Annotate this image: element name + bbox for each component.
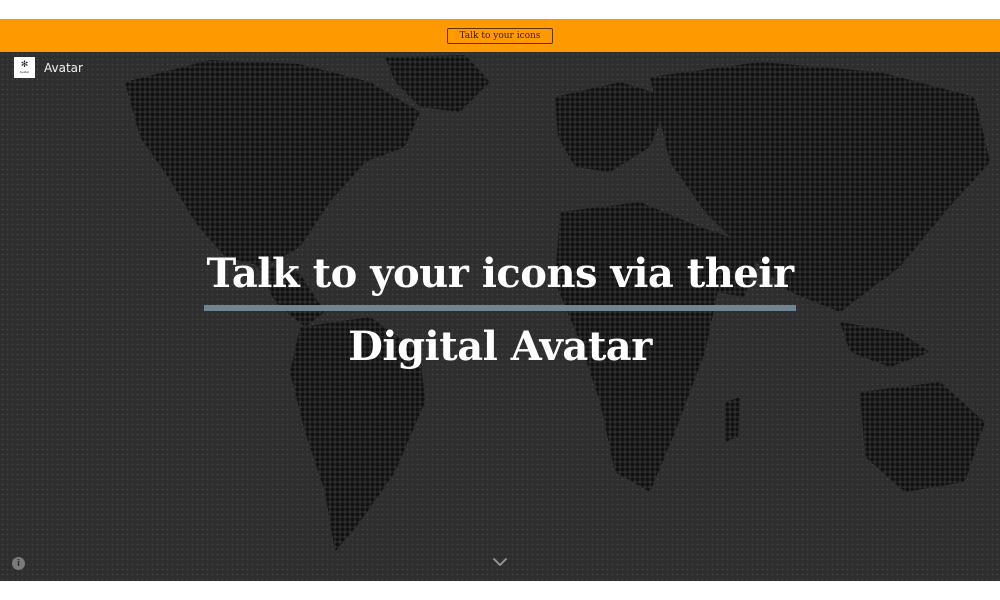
announcement-bar: Talk to your icons (0, 19, 1000, 52)
brand-name: Avatar (44, 60, 83, 75)
headline-line-2: Digital Avatar (348, 323, 652, 370)
brand-home-link[interactable]: ✻ Avatar Avatar (14, 57, 83, 78)
avatar-logo-icon: ✻ Avatar (14, 57, 35, 78)
chevron-down-icon[interactable] (492, 554, 508, 570)
headline-line-1: Talk to your icons via their (206, 250, 794, 297)
world-map-background (0, 52, 1000, 581)
info-icon[interactable]: i (12, 557, 25, 570)
talk-to-icons-button[interactable]: Talk to your icons (446, 27, 554, 44)
hero-section: ✻ Avatar Avatar Talk to your icons via t… (0, 52, 1000, 581)
headline-divider (204, 305, 796, 311)
logo-caption: Avatar (19, 70, 30, 74)
